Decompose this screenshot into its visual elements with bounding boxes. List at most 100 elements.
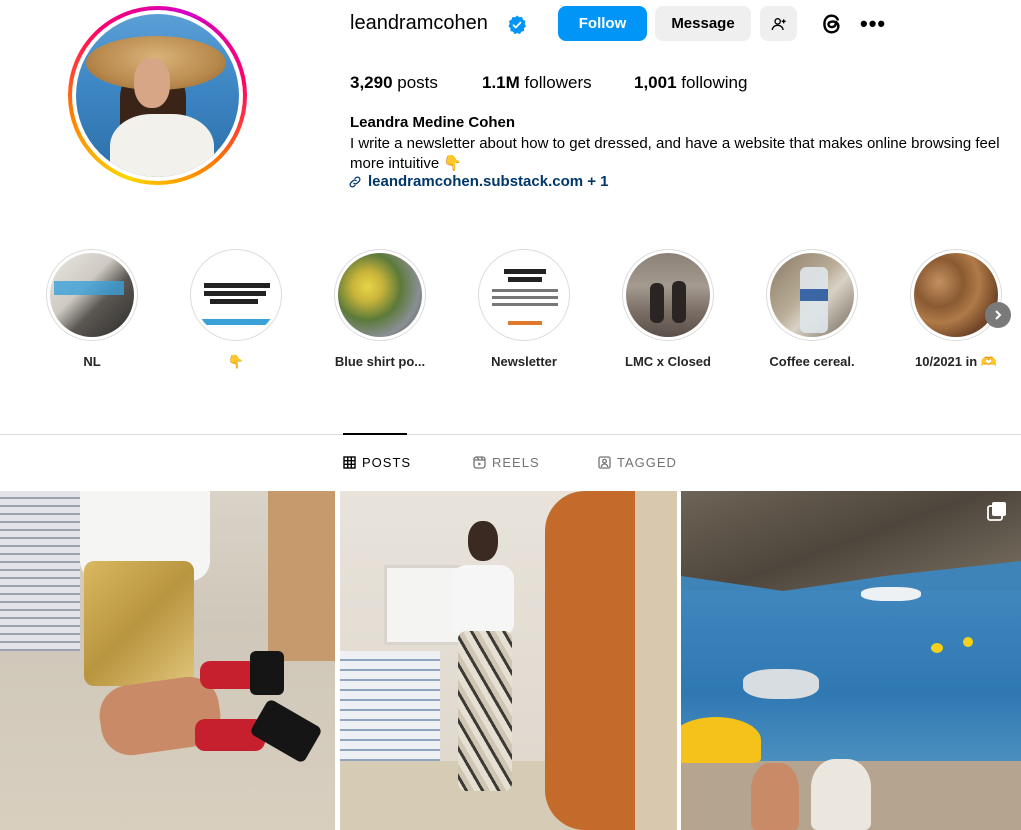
highlight-cover [626,253,710,337]
add-user-icon [771,17,786,30]
highlight-coffee-cereal[interactable]: Coffee cereal. [764,249,860,369]
post-photo-cliff [681,491,1021,591]
follow-button[interactable]: Follow [558,6,647,41]
highlight-cover [482,253,566,337]
post-tile[interactable] [0,491,335,830]
highlight-lmc-closed[interactable]: LMC x Closed [620,249,716,369]
highlight-cover-text-block [492,296,558,299]
post-photo-umbrella [681,717,761,763]
highlights-next-button[interactable] [985,302,1011,328]
highlight-newsletter[interactable]: Newsletter [476,249,572,369]
tab-tagged[interactable]: TAGGED [598,455,677,470]
highlight-ring [190,249,282,341]
highlight-ring [622,249,714,341]
post-photo-wall [635,491,677,830]
active-tab-indicator [343,433,407,435]
highlight-cover-text-block [504,269,546,274]
tab-tagged-label: TAGGED [617,455,677,470]
avatar-inner [72,10,243,181]
avatar-shirt [110,114,214,177]
highlight-nl[interactable]: NL [44,249,140,369]
reels-icon [473,456,486,469]
bio-link-text: leandramcohen.substack.com + 1 [368,173,609,190]
bio-full-name: Leandra Medine Cohen [350,114,516,131]
highlight-label: Newsletter [491,354,557,369]
post-photo-buoy [931,643,943,653]
carousel-icon [987,502,1006,521]
highlight-cover-text-block [492,289,558,292]
post-photo-shoe [250,651,284,695]
highlight-cover-link-bar [202,319,272,325]
post-tile[interactable] [681,491,1021,830]
highlight-cover-banner [54,281,124,295]
following-count[interactable]: 1,001 following [634,73,747,93]
highlight-cover [194,253,278,337]
highlight-label: Coffee cereal. [769,354,855,369]
post-photo-dresser [268,491,335,661]
highlight-cover [338,253,422,337]
avatar-photo [76,14,239,177]
post-photo-person [811,759,871,830]
post-photo-bed [0,491,80,651]
post-photo-head [468,521,498,561]
post-photo-person [751,763,799,830]
highlight-ring [910,249,1002,341]
highlight-cover-figure [672,281,686,323]
highlight-cover [914,253,998,337]
post-photo-buoy [963,637,973,647]
tab-reels[interactable]: REELS [473,455,540,470]
message-button[interactable]: Message [655,6,751,41]
tab-posts[interactable]: POSTS [343,455,411,470]
highlight-label: 10/2021 in 🫶 [915,354,997,369]
bio-text: I write a newsletter about how to get dr… [350,135,1000,172]
followers-count-label: followers [519,73,592,92]
verified-badge-icon [508,15,526,35]
tab-posts-label: POSTS [362,455,412,470]
highlight-cover-text-block [210,299,258,304]
highlight-label: Blue shirt po... [334,354,426,369]
posts-count-value: 3,290 [350,73,393,92]
bio-link[interactable]: leandramcohen.substack.com + 1 [348,173,609,190]
highlight-cover-text-block [508,277,542,282]
highlight-cover-figure [650,283,664,323]
post-photo-boat [743,669,819,699]
following-count-value: 1,001 [634,73,677,92]
link-icon [349,176,361,187]
highlight-cover-text-block [492,303,558,306]
highlight-cover-text-block [204,283,270,288]
following-count-label: following [676,73,748,92]
highlight-cover-accent-bar [508,321,542,325]
tabs-divider [0,434,1021,435]
followers-count-value: 1.1M [482,73,520,92]
suggested-users-button[interactable] [760,6,797,41]
threads-icon[interactable] [818,10,846,38]
tagged-icon [598,456,611,469]
more-options-icon[interactable]: ••• [860,12,888,36]
highlight-ring [46,249,138,341]
highlight-label: NL [83,354,101,369]
highlight-ring [766,249,858,341]
avatar-face [134,58,170,108]
tab-reels-label: REELS [492,455,540,470]
highlight-ring [334,249,426,341]
post-photo-tshirt [452,565,514,637]
highlight-label: LMC x Closed [625,354,711,369]
highlight-cover-bottle-label [800,289,828,301]
highlight-cover [50,253,134,337]
posts-count: 3,290 posts [350,73,438,93]
profile-avatar[interactable] [68,6,247,185]
post-tile[interactable] [340,491,677,830]
followers-count[interactable]: 1.1M followers [482,73,592,93]
highlight-ring [478,249,570,341]
highlight-point-down[interactable]: 👇 [188,249,284,370]
highlight-blue-shirt[interactable]: Blue shirt po... [332,249,428,369]
post-photo-boat [861,587,921,601]
chevron-right-icon [995,310,1002,320]
post-photo-skirt [84,561,194,686]
posts-count-label: posts [392,73,438,92]
post-photo-mirror-frame [545,491,635,830]
grid-icon [343,456,356,469]
highlight-cover [770,253,854,337]
post-photo-pants [458,631,512,791]
post-photo-shoe [249,698,323,764]
